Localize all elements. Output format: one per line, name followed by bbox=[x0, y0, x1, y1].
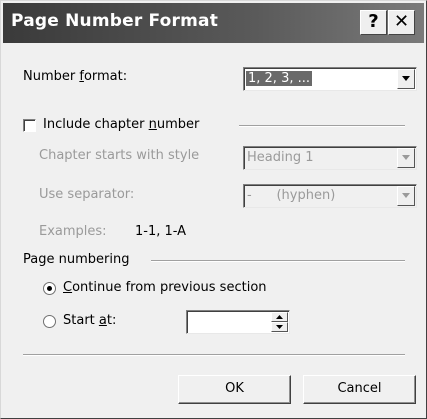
spin-up-button[interactable] bbox=[271, 312, 288, 322]
close-icon: ✕ bbox=[393, 11, 410, 32]
separator-value: - (hyphen) bbox=[247, 188, 336, 203]
continue-label-mnemonic: C bbox=[63, 280, 73, 295]
help-icon: ? bbox=[368, 11, 379, 32]
spin-down-icon bbox=[276, 325, 283, 329]
chapter-style-dropdown-button[interactable] bbox=[397, 148, 415, 168]
start-at-label-mnemonic: a bbox=[98, 313, 107, 328]
spin-up-icon bbox=[276, 315, 283, 319]
dialog-title: Page Number Format bbox=[11, 11, 219, 31]
title-bar[interactable]: Page Number Format ? ✕ bbox=[3, 3, 424, 43]
ok-button[interactable]: OK bbox=[178, 375, 291, 404]
chapter-group-divider bbox=[239, 125, 405, 127]
chapter-style-value: Heading 1 bbox=[247, 150, 314, 165]
examples-value: 1-1, 1-A bbox=[135, 224, 187, 239]
close-button[interactable]: ✕ bbox=[388, 10, 415, 35]
separator-dropdown-button[interactable] bbox=[397, 186, 415, 206]
include-chapter-label-post: umber bbox=[156, 117, 200, 132]
continue-from-previous-radio[interactable] bbox=[43, 282, 56, 295]
start-at-spinner[interactable] bbox=[186, 310, 290, 334]
start-at-label-pre: Start bbox=[63, 313, 99, 328]
page-number-format-dialog: Page Number Format ? ✕ Number format: 1,… bbox=[0, 0, 427, 419]
continue-label-post: ontinue from previous section bbox=[72, 280, 267, 295]
start-at-input[interactable] bbox=[189, 313, 269, 331]
continue-from-previous-label[interactable]: Continue from previous section bbox=[63, 280, 267, 295]
chevron-down-icon bbox=[402, 76, 410, 81]
chapter-style-select[interactable]: Heading 1 bbox=[243, 146, 417, 170]
use-separator-label: Use separator: bbox=[39, 187, 135, 202]
chapter-starts-with-label: Chapter starts with style bbox=[39, 148, 200, 163]
start-at-label[interactable]: Start at: bbox=[63, 313, 116, 328]
start-at-radio[interactable] bbox=[43, 315, 56, 328]
page-numbering-heading: Page numbering bbox=[23, 252, 130, 267]
number-format-dropdown-button[interactable] bbox=[397, 69, 415, 89]
page-numbering-group-divider bbox=[151, 260, 405, 262]
cancel-button[interactable]: Cancel bbox=[303, 375, 416, 404]
start-at-spin-buttons bbox=[271, 312, 288, 332]
include-chapter-label-mnemonic: n bbox=[148, 117, 157, 132]
include-chapter-number-label[interactable]: Include chapter number bbox=[43, 117, 199, 132]
start-at-label-post: t: bbox=[106, 313, 117, 328]
include-chapter-label-pre: Include chapter bbox=[43, 117, 149, 132]
spin-down-button[interactable] bbox=[271, 322, 288, 332]
button-separator bbox=[23, 354, 405, 356]
separator-select[interactable]: - (hyphen) bbox=[243, 184, 417, 208]
number-format-value: 1, 2, 3, ... bbox=[246, 71, 313, 86]
number-format-label: Number format: bbox=[23, 69, 127, 84]
include-chapter-number-checkbox[interactable] bbox=[23, 119, 36, 132]
help-button[interactable]: ? bbox=[360, 10, 387, 35]
examples-label: Examples: bbox=[39, 224, 107, 239]
chevron-down-icon bbox=[402, 193, 410, 198]
number-format-label-pre: Number bbox=[23, 69, 80, 84]
number-format-label-post: ormat: bbox=[83, 69, 128, 84]
number-format-select[interactable]: 1, 2, 3, ... bbox=[243, 67, 417, 91]
chevron-down-icon bbox=[402, 155, 410, 160]
